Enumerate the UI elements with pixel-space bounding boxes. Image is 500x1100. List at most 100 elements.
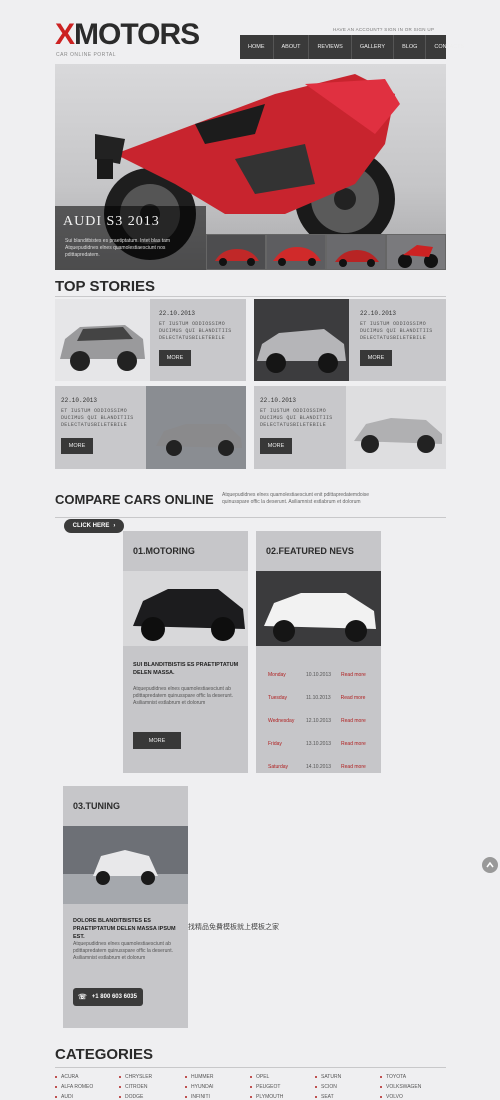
- news-day: Saturday: [268, 763, 289, 770]
- category-column: CHRYSLER CITROEN DODGE: [119, 1072, 179, 1100]
- story-date: 22.10.2013: [61, 397, 98, 404]
- story-text: ET IUSTUM ODDIOSSIMO DUCIMUS QUI BLANDIT…: [360, 321, 433, 341]
- hero-thumb-4[interactable]: [386, 234, 446, 270]
- car-thumbnail-icon: [207, 235, 265, 269]
- category-label: OPEL: [256, 1074, 270, 1080]
- more-button[interactable]: MORE: [360, 350, 392, 366]
- more-button[interactable]: MORE: [133, 732, 181, 749]
- hero-text: Sui blanditbistes es praetiptatum. Intet…: [65, 238, 171, 258]
- story-card: 22.10.2013 ET IUSTUM ODDIOSSIMO DUCIMUS …: [254, 386, 446, 469]
- hero-thumb-3[interactable]: [326, 234, 386, 270]
- story-image: [146, 386, 246, 469]
- category-label: CHRYSLER: [125, 1074, 153, 1080]
- bullet-icon: [55, 1086, 57, 1088]
- more-button[interactable]: MORE: [61, 438, 93, 454]
- more-button[interactable]: MORE: [260, 438, 292, 454]
- story-card: 22.10.2013 ET IUSTUM ODDIOSSIMO DUCIMUS …: [55, 386, 246, 469]
- news-row: Wednesday 12.10.2013 Read more: [268, 709, 378, 732]
- category-item[interactable]: SEAT: [315, 1092, 375, 1100]
- bullet-icon: [185, 1076, 187, 1078]
- tuning-panel: 03.TUNING DOLORE BLANDITBISTES ES PRAETI…: [63, 786, 188, 1028]
- bullet-icon: [380, 1096, 382, 1098]
- category-item[interactable]: VOLKSWAGEN: [380, 1082, 446, 1092]
- compare-title: COMPARE CARS ONLINE: [55, 492, 214, 507]
- scroll-top-button[interactable]: [482, 857, 498, 873]
- nav-contacts[interactable]: CONTACTS: [426, 35, 472, 59]
- read-more-link[interactable]: Read more: [341, 764, 366, 770]
- click-here-label: CLICK HERE: [72, 523, 110, 529]
- story-image: [254, 299, 349, 381]
- main-nav: HOME ABOUT REVIEWS GALLERY BLOG CONTACTS: [240, 35, 464, 59]
- category-item[interactable]: DODGE: [119, 1092, 179, 1100]
- category-label: VOLKSWAGEN: [386, 1084, 422, 1090]
- category-label: SEAT: [321, 1094, 334, 1100]
- phone-button[interactable]: ☏ +1 800 603 6035: [73, 988, 143, 1006]
- story-date: 22.10.2013: [159, 310, 196, 317]
- logo[interactable]: XMOTORS: [55, 18, 200, 52]
- category-item[interactable]: SATURN: [315, 1072, 375, 1082]
- nav-about[interactable]: ABOUT: [274, 35, 310, 59]
- category-item[interactable]: SCION: [315, 1082, 375, 1092]
- category-item[interactable]: PEUGEOT: [250, 1082, 310, 1092]
- category-item[interactable]: CITROEN: [119, 1082, 179, 1092]
- category-item[interactable]: ACURA: [55, 1072, 115, 1082]
- news-list: Monday 10.10.2013 Read more Tuesday 11.1…: [268, 663, 378, 778]
- tagline: CAR ONLINE PORTAL: [56, 52, 116, 58]
- nav-blog[interactable]: BLOG: [394, 35, 427, 59]
- car-thumbnail-icon: [327, 235, 385, 269]
- nav-home[interactable]: HOME: [240, 35, 274, 59]
- divider: [55, 1067, 446, 1068]
- nav-gallery[interactable]: GALLERY: [352, 35, 395, 59]
- nav-reviews[interactable]: REVIEWS: [309, 35, 352, 59]
- category-item[interactable]: VOLVO: [380, 1092, 446, 1100]
- story-text: ET IUSTUM ODDIOSSIMO DUCIMUS QUI BLANDIT…: [159, 321, 232, 341]
- motorcycle-thumbnail-icon: [387, 235, 445, 269]
- category-label: PEUGEOT: [256, 1084, 281, 1090]
- bullet-icon: [250, 1096, 252, 1098]
- category-item[interactable]: OPEL: [250, 1072, 310, 1082]
- read-more-link[interactable]: Read more: [341, 695, 366, 701]
- read-more-link[interactable]: Read more: [341, 672, 366, 678]
- category-item[interactable]: TOYOTA: [380, 1072, 446, 1082]
- bullet-icon: [250, 1076, 252, 1078]
- motoring-heading: SUI BLANDITBISTIS ES PRAETIPTATUM DELEN …: [133, 662, 239, 676]
- category-label: TOYOTA: [386, 1074, 407, 1080]
- phone-icon: ☏: [78, 994, 87, 1001]
- category-label: INFINITI: [191, 1094, 210, 1100]
- phone-number: +1 800 603 6035: [91, 994, 137, 1000]
- hero-title: AUDI S3 2013: [63, 214, 160, 229]
- category-item[interactable]: INFINITI: [185, 1092, 245, 1100]
- category-label: ACURA: [61, 1074, 79, 1080]
- bullet-icon: [55, 1096, 57, 1098]
- motoring-image: [123, 571, 248, 646]
- read-more-link[interactable]: Read more: [341, 741, 366, 747]
- story-image: [346, 386, 446, 469]
- category-item[interactable]: HYUNDAI: [185, 1082, 245, 1092]
- news-row: Tuesday 11.10.2013 Read more: [268, 686, 378, 709]
- hero-thumb-1[interactable]: [206, 234, 266, 270]
- account-prompt: HAVE AN ACCOUNT?: [333, 27, 383, 32]
- click-here-button[interactable]: CLICK HERE ›: [64, 519, 124, 533]
- motoring-text: Atquepudidnes elnes quamolestiaesciunt a…: [133, 686, 233, 706]
- sign-in-link[interactable]: SIGN IN: [384, 27, 403, 32]
- bullet-icon: [380, 1076, 382, 1078]
- more-button[interactable]: MORE: [159, 350, 191, 366]
- hero-thumb-2[interactable]: [266, 234, 326, 270]
- category-item[interactable]: PLYMOUTH: [250, 1092, 310, 1100]
- read-more-link[interactable]: Read more: [341, 718, 366, 724]
- tuning-heading: DOLORE BLANDITBISTES ES PRAETIPTATUM DEL…: [73, 918, 176, 940]
- story-text: ET IUSTUM ODDIOSSIMO DUCIMUS QUI BLANDIT…: [260, 408, 333, 428]
- category-item[interactable]: HUMMER: [185, 1072, 245, 1082]
- news-day: Wednesday: [268, 717, 295, 724]
- story-card: 22.10.2013 ET IUSTUM ODDIOSSIMO DUCIMUS …: [55, 299, 246, 381]
- bullet-icon: [250, 1086, 252, 1088]
- news-day: Friday: [268, 740, 282, 747]
- story-image: [55, 299, 150, 381]
- category-item[interactable]: AUDI: [55, 1092, 115, 1100]
- sign-up-link[interactable]: SIGN UP: [414, 27, 435, 32]
- bullet-icon: [119, 1086, 121, 1088]
- category-item[interactable]: CHRYSLER: [119, 1072, 179, 1082]
- category-label: PLYMOUTH: [256, 1094, 284, 1100]
- category-label: AUDI: [61, 1094, 73, 1100]
- category-item[interactable]: ALFA ROMEO: [55, 1082, 115, 1092]
